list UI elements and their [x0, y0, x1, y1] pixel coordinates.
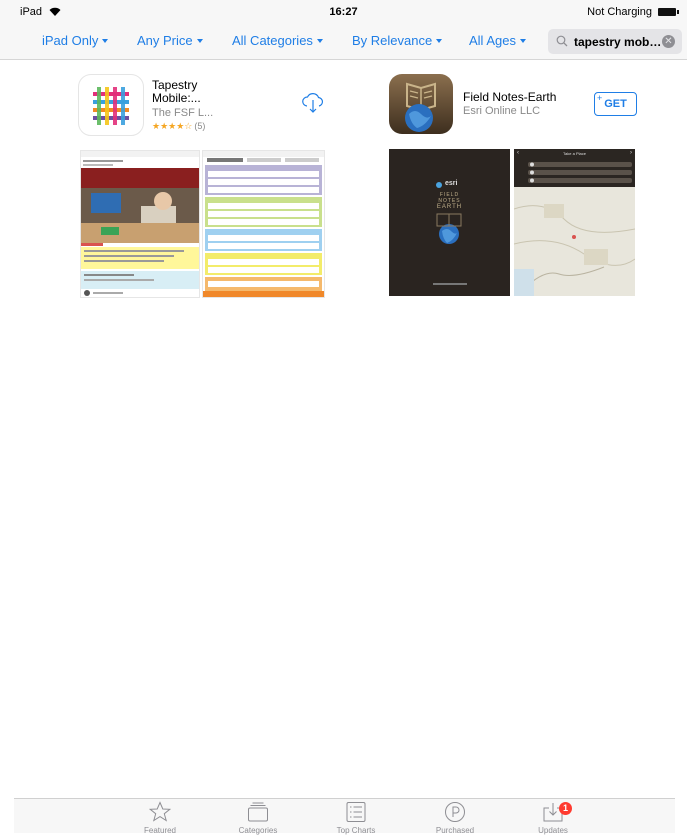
caret-down-icon [316, 39, 323, 43]
forward-chevron-icon: › [630, 150, 632, 156]
tapestry-title-line2: Mobile:... [152, 91, 201, 105]
tab-purchased[interactable]: Purchased [415, 801, 495, 835]
caret-down-icon [436, 39, 443, 43]
filter-device[interactable]: iPad Only [42, 33, 109, 48]
filter-price[interactable]: Any Price [137, 33, 203, 48]
purchased-icon [445, 802, 465, 822]
status-right: Not Charging [587, 6, 679, 18]
battery-icon [658, 8, 679, 16]
updates-badge: 1 [559, 802, 572, 815]
rating-stars: ★★★★☆ [152, 121, 193, 131]
tapestry-app-title[interactable]: Tapestry Mobile:... [152, 79, 201, 105]
tab-updates-label: Updates [538, 826, 568, 835]
tab-categories[interactable]: Categories [218, 801, 298, 835]
search-field[interactable]: tapestry mobile ✕ [548, 29, 682, 54]
status-bar: iPad 16:27 Not Charging [0, 0, 687, 24]
field-notes-app-icon[interactable] [389, 74, 453, 134]
plus-icon: + [597, 93, 603, 103]
tapestry-screenshot-2-image [203, 151, 324, 297]
get-button-label: GET [604, 98, 627, 110]
download-cloud-icon[interactable] [301, 92, 325, 114]
search-icon [556, 35, 568, 47]
map-screen-header: Take a Place [563, 151, 586, 156]
tab-purchased-label: Purchased [435, 826, 475, 835]
esri-brand: esri [445, 180, 458, 187]
tapestry-developer: The FSF L... [152, 107, 214, 119]
filter-sort-label: By Relevance [352, 33, 433, 48]
field-notes-title[interactable]: Field Notes-Earth [463, 91, 556, 104]
tab-bar: Featured Categories Top Charts Purchased [14, 798, 675, 835]
search-query[interactable]: tapestry mobile [574, 35, 662, 49]
caret-down-icon [519, 39, 526, 43]
tapestry-logo-icon [93, 87, 129, 125]
filter-ages[interactable]: All Ages [469, 33, 526, 48]
field-notes-screenshot-2[interactable]: Take a Place ‹ › [514, 149, 635, 296]
filter-ages-label: All Ages [469, 33, 516, 48]
tapestry-app-icon[interactable] [78, 74, 144, 136]
filter-categories[interactable]: All Categories [232, 33, 323, 48]
field-notes-splash-title: FIELD NOTES EARTH [389, 192, 510, 210]
back-chevron-icon: ‹ [517, 150, 519, 156]
splash-line3: EARTH [436, 204, 463, 210]
field-notes-logo-icon [405, 82, 436, 132]
tapestry-screenshot-2[interactable] [202, 150, 325, 298]
filter-sort[interactable]: By Relevance [352, 33, 443, 48]
tab-categories-label: Categories [238, 826, 278, 835]
tab-updates[interactable]: 1 Updates [513, 801, 593, 835]
tab-featured-label: Featured [143, 826, 177, 835]
field-notes-screenshot-2-image [514, 149, 635, 296]
status-time: 16:27 [329, 6, 358, 18]
filter-categories-label: All Categories [232, 33, 313, 48]
tapestry-rating: ★★★★☆ (5) [152, 121, 205, 132]
categories-icon [248, 802, 268, 822]
charging-status: Not Charging [587, 6, 652, 18]
get-button[interactable]: + GET [594, 92, 637, 116]
star-icon [149, 801, 171, 822]
filter-device-label: iPad Only [42, 33, 99, 48]
field-notes-developer: Esri Online LLC [463, 105, 541, 117]
field-notes-screenshot-1[interactable]: esri FIELD NOTES EARTH [389, 149, 510, 296]
caret-down-icon [196, 39, 203, 43]
tab-top-charts[interactable]: Top Charts [316, 801, 396, 835]
filter-bar: iPad Only Any Price All Categories By Re… [0, 24, 687, 60]
filter-price-label: Any Price [137, 33, 193, 48]
top-charts-icon [346, 802, 366, 822]
tapestry-screenshot-1[interactable] [80, 150, 200, 298]
tapestry-screenshot-1-image [81, 151, 199, 296]
tab-top-charts-label: Top Charts [336, 826, 376, 835]
tab-featured[interactable]: Featured [120, 801, 200, 835]
caret-down-icon [102, 39, 109, 43]
rating-count: (5) [194, 121, 206, 131]
clear-search-icon[interactable]: ✕ [662, 35, 675, 48]
field-notes-screenshot-1-image [389, 149, 510, 296]
